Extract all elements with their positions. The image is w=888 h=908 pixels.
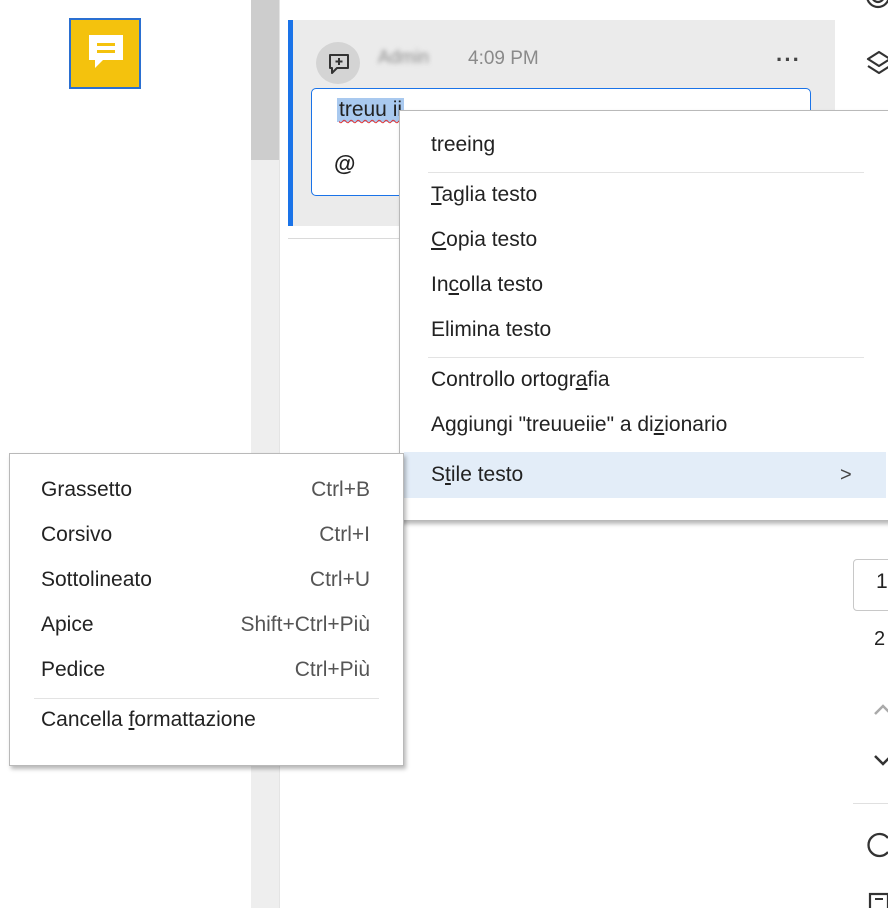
italic-shortcut: Ctrl+I bbox=[319, 523, 370, 546]
chevron-up-icon[interactable] bbox=[873, 702, 888, 721]
underline-item[interactable]: Sottolineato bbox=[41, 568, 152, 592]
menu-separator bbox=[34, 698, 379, 699]
italic-item[interactable]: Corsivo bbox=[41, 523, 112, 547]
sticky-note-icon bbox=[89, 35, 123, 68]
scrollbar-thumb[interactable] bbox=[251, 0, 279, 160]
underline-shortcut: Ctrl+U bbox=[309, 568, 370, 591]
comment-author: Admin bbox=[378, 47, 430, 67]
page-total: 2 bbox=[874, 628, 886, 650]
copy-text-item[interactable]: Copia testo bbox=[431, 228, 537, 252]
target-icon[interactable] bbox=[864, 0, 888, 16]
spellcheck-item[interactable]: Controllo ortografia bbox=[431, 368, 610, 392]
refresh-icon[interactable] bbox=[866, 830, 888, 865]
right-panel-divider bbox=[853, 803, 888, 804]
more-options-button[interactable]: ··· bbox=[776, 49, 801, 71]
comment-time: 4:09 PM bbox=[468, 48, 539, 69]
avatar bbox=[316, 42, 360, 84]
spelling-suggestion-item[interactable]: treeing bbox=[431, 133, 495, 157]
comment-add-icon bbox=[329, 54, 349, 74]
text-style-item[interactable]: Stile testo bbox=[431, 463, 523, 487]
paste-text-item[interactable]: Incolla testo bbox=[431, 273, 543, 297]
bold-shortcut: Ctrl+B bbox=[311, 478, 370, 501]
clear-formatting-item[interactable]: Cancella formattazione bbox=[41, 708, 256, 732]
menu-separator bbox=[428, 357, 864, 358]
page-icon[interactable] bbox=[868, 892, 888, 908]
cut-text-item[interactable]: Taglia testo bbox=[431, 183, 537, 207]
subscript-shortcut: Ctrl+Più bbox=[294, 658, 370, 681]
delete-text-item[interactable]: Elimina testo bbox=[431, 318, 551, 342]
superscript-item[interactable]: Apice bbox=[41, 613, 94, 637]
layers-icon[interactable] bbox=[866, 50, 888, 80]
bold-item[interactable]: Grassetto bbox=[41, 478, 132, 502]
superscript-shortcut: Shift+Ctrl+Più bbox=[240, 613, 370, 636]
context-menu: treeing Taglia testo Copia testo Incolla… bbox=[399, 110, 888, 521]
add-to-dictionary-item[interactable]: Aggiungi "treuueiie" a dizionario bbox=[431, 413, 727, 437]
text-style-submenu: Grassetto Ctrl+B Corsivo Ctrl+I Sottolin… bbox=[9, 453, 404, 766]
chevron-down-icon[interactable] bbox=[873, 754, 888, 773]
sticky-note-button[interactable] bbox=[69, 18, 141, 89]
reply-text-selection[interactable]: treuu ii bbox=[337, 98, 405, 122]
comment-active-indicator bbox=[288, 20, 293, 226]
menu-separator bbox=[428, 172, 864, 173]
mention-button[interactable]: @ bbox=[334, 151, 355, 177]
submenu-arrow-icon: > bbox=[840, 464, 852, 486]
subscript-item[interactable]: Pedice bbox=[41, 658, 105, 682]
page-number-value: 1 bbox=[876, 570, 888, 593]
